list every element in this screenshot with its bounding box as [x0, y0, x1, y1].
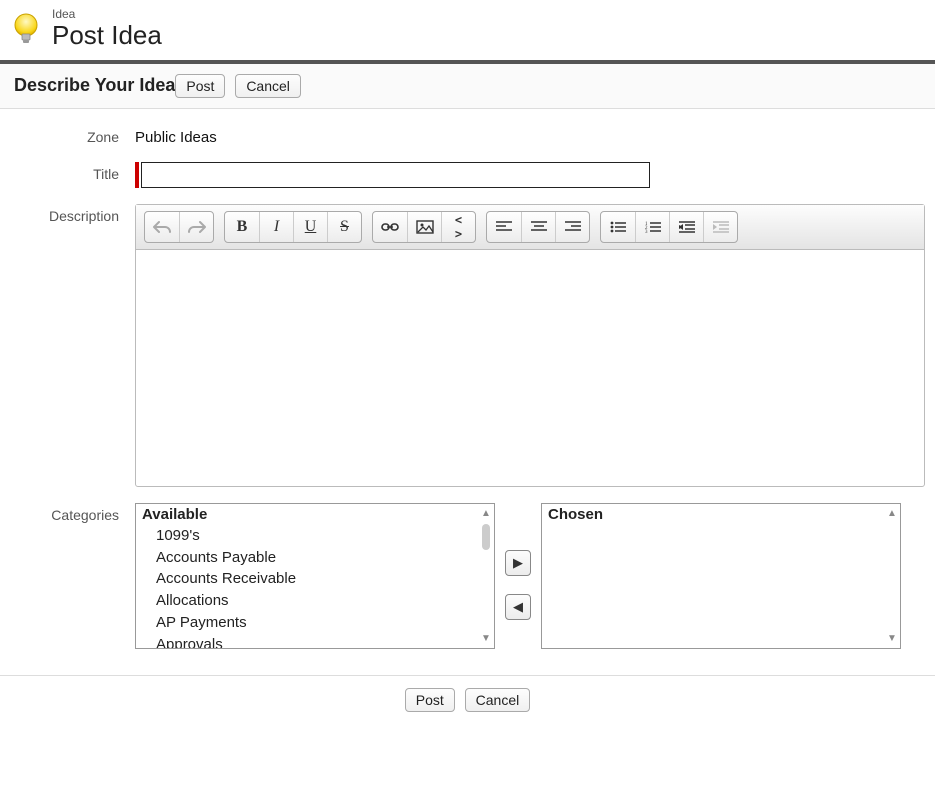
scroll-down-icon: ▼: [481, 633, 491, 644]
link-button[interactable]: [373, 212, 407, 242]
ordered-list-button[interactable]: 123: [635, 212, 669, 242]
post-button[interactable]: Post: [175, 74, 225, 98]
available-scrollbar[interactable]: ▲ ▼: [480, 508, 492, 644]
row-description: Description: [10, 204, 925, 487]
footer-button-row: Post Cancel: [0, 675, 935, 724]
cancel-button[interactable]: Cancel: [465, 688, 531, 712]
align-center-button[interactable]: [521, 212, 555, 242]
source-button[interactable]: < >: [441, 212, 475, 242]
align-right-button[interactable]: [555, 212, 589, 242]
indent-button[interactable]: [703, 212, 737, 242]
chosen-scrollbar[interactable]: ▲ ▼: [886, 508, 898, 644]
available-heading: Available: [136, 504, 494, 525]
link-icon: [381, 221, 399, 233]
redo-icon: [188, 220, 206, 234]
strike-button[interactable]: S: [327, 212, 361, 242]
svg-text:3: 3: [645, 230, 648, 233]
chevron-right-icon: ▶: [513, 555, 523, 570]
align-center-icon: [531, 221, 547, 233]
label-description: Description: [10, 204, 135, 487]
section-header: Describe Your Idea Post Cancel: [0, 60, 935, 109]
page-title: Post Idea: [52, 21, 162, 50]
title-input[interactable]: [141, 162, 650, 188]
label-zone: Zone: [10, 125, 135, 146]
rte-group-align: [486, 211, 590, 243]
list-item[interactable]: Accounts Receivable: [156, 568, 488, 590]
form-body: Zone Public Ideas Title Description: [0, 109, 935, 675]
indent-icon: [713, 221, 729, 233]
italic-button[interactable]: I: [259, 212, 293, 242]
required-indicator: [135, 162, 139, 188]
align-left-icon: [496, 221, 512, 233]
chosen-listbox[interactable]: Chosen ▲ ▼: [541, 503, 901, 649]
undo-button[interactable]: [145, 212, 179, 242]
image-button[interactable]: [407, 212, 441, 242]
list-item[interactable]: Approvals: [156, 634, 488, 649]
row-title: Title: [10, 162, 925, 188]
rte-group-insert: < >: [372, 211, 476, 243]
list-item[interactable]: Accounts Payable: [156, 547, 488, 569]
row-categories: Categories Available 1099'sAccounts Paya…: [10, 503, 925, 649]
available-listbox[interactable]: Available 1099'sAccounts PayableAccounts…: [135, 503, 495, 649]
row-zone: Zone Public Ideas: [10, 125, 925, 146]
unordered-list-button[interactable]: [601, 212, 635, 242]
redo-button[interactable]: [179, 212, 213, 242]
shuttle-buttons: ▶ ◀: [505, 503, 531, 649]
chosen-heading: Chosen: [542, 504, 900, 525]
rte-group-history: [144, 211, 214, 243]
scroll-thumb[interactable]: [482, 524, 490, 550]
outdent-icon: [679, 221, 695, 233]
top-button-row: Post Cancel: [175, 74, 301, 98]
align-right-icon: [565, 221, 581, 233]
underline-button[interactable]: U: [293, 212, 327, 242]
page-header: Idea Post Idea: [0, 0, 935, 60]
list-item[interactable]: AP Payments: [156, 612, 488, 634]
lightbulb-icon: [12, 11, 42, 47]
undo-icon: [153, 220, 171, 234]
label-categories: Categories: [10, 503, 135, 649]
post-button[interactable]: Post: [405, 688, 455, 712]
align-left-button[interactable]: [487, 212, 521, 242]
rte-group-format: B I U S: [224, 211, 362, 243]
label-title: Title: [10, 162, 135, 188]
list-item[interactable]: 1099's: [156, 525, 488, 547]
description-input[interactable]: [136, 250, 924, 486]
list-item[interactable]: Allocations: [156, 590, 488, 612]
rte-toolbar: B I U S: [136, 205, 924, 250]
outdent-button[interactable]: [669, 212, 703, 242]
scroll-down-icon: ▼: [887, 633, 897, 644]
zone-value: Public Ideas: [135, 125, 925, 146]
scroll-up-icon: ▲: [481, 508, 491, 519]
rich-text-editor: B I U S: [135, 204, 925, 487]
scroll-up-icon: ▲: [887, 508, 897, 519]
cancel-button[interactable]: Cancel: [235, 74, 301, 98]
unordered-list-icon: [610, 221, 626, 233]
chevron-left-icon: ◀: [513, 599, 523, 614]
rte-group-list: 123: [600, 211, 738, 243]
section-title: Describe Your Idea: [14, 75, 175, 96]
move-right-button[interactable]: ▶: [505, 550, 531, 576]
bold-button[interactable]: B: [225, 212, 259, 242]
image-icon: [416, 220, 434, 234]
ordered-list-icon: 123: [645, 221, 661, 233]
move-left-button[interactable]: ◀: [505, 594, 531, 620]
